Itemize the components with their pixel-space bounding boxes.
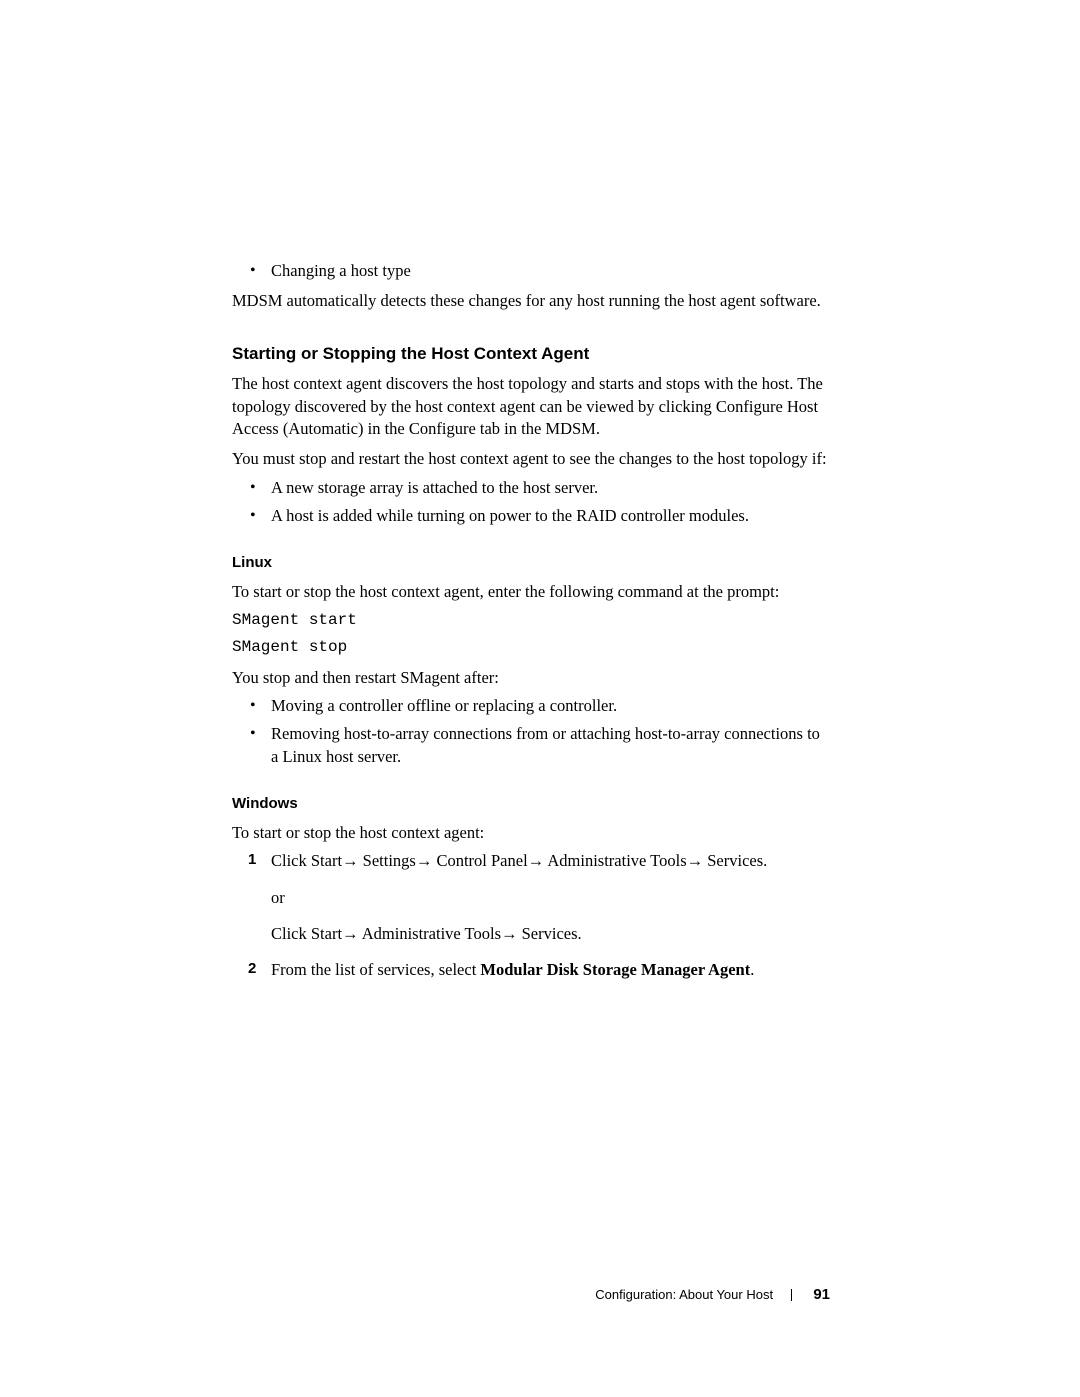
list-item: A new storage array is attached to the h… — [232, 477, 830, 499]
step-1-or: or — [271, 887, 830, 909]
windows-steps: Click Start→ Settings→ Control Panel→ Ad… — [232, 850, 830, 981]
footer-title: Configuration: About Your Host — [595, 1287, 773, 1302]
code-line-2: SMagent stop — [232, 637, 830, 659]
step-1-option-b: Click Start→ Administrative Tools→ Servi… — [271, 923, 830, 945]
list-item: A host is added while turning on power t… — [232, 505, 830, 527]
list-item: Moving a controller offline or replacing… — [232, 695, 830, 717]
section-heading: Starting or Stopping the Host Context Ag… — [232, 343, 830, 366]
step-2-bold: Modular Disk Storage Manager Agent — [480, 960, 750, 979]
linux-paragraph-1: To start or stop the host context agent,… — [232, 581, 830, 603]
intro-paragraph: MDSM automatically detects these changes… — [232, 290, 830, 312]
step-1-option-a: Click Start→ Settings→ Control Panel→ Ad… — [271, 850, 830, 872]
list-item-text: Removing host-to-array connections from … — [271, 724, 820, 765]
list-item-text: A new storage array is attached to the h… — [271, 478, 598, 497]
document-page: Changing a host type MDSM automatically … — [0, 0, 1080, 1397]
linux-paragraph-2: You stop and then restart SMagent after: — [232, 667, 830, 689]
page-footer: Configuration: About Your Host 91 — [595, 1285, 830, 1305]
intro-bullet-list: Changing a host type — [232, 260, 830, 282]
footer-separator — [791, 1289, 792, 1301]
step-2: From the list of services, select Modula… — [232, 959, 830, 981]
list-item: Removing host-to-array connections from … — [232, 723, 830, 768]
code-line-1: SMagent start — [232, 610, 830, 632]
windows-paragraph-1: To start or stop the host context agent: — [232, 822, 830, 844]
section-paragraph-2: You must stop and restart the host conte… — [232, 448, 830, 470]
linux-bullet-list: Moving a controller offline or replacing… — [232, 695, 830, 768]
step-2-suffix: . — [750, 960, 754, 979]
list-item-text: Changing a host type — [271, 261, 411, 280]
list-item-text: Moving a controller offline or replacing… — [271, 696, 617, 715]
step-2-prefix: From the list of services, select — [271, 960, 480, 979]
list-item-text: A host is added while turning on power t… — [271, 506, 749, 525]
section-paragraph-1: The host context agent discovers the hos… — [232, 373, 830, 440]
linux-heading: Linux — [232, 553, 830, 573]
step-1: Click Start→ Settings→ Control Panel→ Ad… — [232, 850, 830, 945]
list-item: Changing a host type — [232, 260, 830, 282]
windows-heading: Windows — [232, 794, 830, 814]
footer-page-number: 91 — [813, 1286, 830, 1303]
section-bullet-list: A new storage array is attached to the h… — [232, 477, 830, 528]
